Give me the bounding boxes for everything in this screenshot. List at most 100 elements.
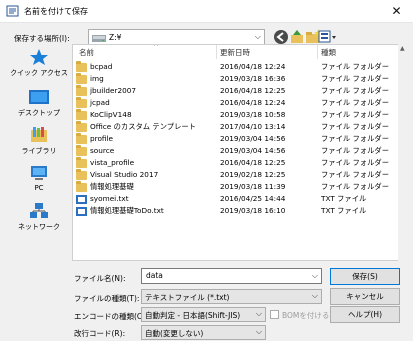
scroll-up-icon[interactable]: ▲ bbox=[400, 45, 405, 52]
file-row[interactable]: source 2019/03/04 14:56 ファイル フォルダー bbox=[73, 145, 398, 157]
place-label: ライブラリ bbox=[21, 147, 57, 155]
file-date: 2019/03/18 11:39 bbox=[220, 182, 286, 191]
file-date: 2016/04/18 12:24 bbox=[220, 62, 286, 71]
file-type: ファイル フォルダー bbox=[321, 182, 389, 191]
cancel-button[interactable]: キャンセル bbox=[330, 288, 400, 305]
file-list[interactable]: ^ 名前 更新日時 種類 bcpad 2016/04/18 12:24 ファイル フ… bbox=[72, 44, 399, 261]
file-type: ファイル フォルダー bbox=[321, 158, 389, 167]
file-name: Visual Studio 2017 bbox=[90, 170, 159, 179]
file-row[interactable]: jbuilder2007 2016/04/18 12:25 ファイル フォルダー bbox=[73, 85, 398, 97]
file-row[interactable]: 情報処理基礎 2019/03/18 11:39 ファイル フォルダー bbox=[73, 181, 398, 193]
file-name: jcpad bbox=[90, 98, 110, 107]
file-name: jbuilder2007 bbox=[90, 86, 137, 95]
bom-checkbox[interactable] bbox=[270, 310, 279, 319]
file-type: ファイル フォルダー bbox=[321, 62, 389, 71]
file-name: profile bbox=[90, 134, 114, 143]
library-icon bbox=[31, 127, 47, 142]
file-type: ファイル フォルダー bbox=[321, 74, 389, 83]
sort-caret-icon: ^ bbox=[153, 44, 159, 51]
file-date: 2019/03/18 10:58 bbox=[220, 110, 286, 119]
folder-icon bbox=[76, 157, 87, 168]
pc-icon bbox=[31, 166, 47, 180]
file-date: 2017/04/10 13:14 bbox=[220, 122, 286, 131]
place-pc[interactable]: PC bbox=[10, 164, 68, 192]
linebreak-select[interactable]: 自動(変更しない) ⌵ bbox=[141, 325, 266, 340]
place-quick-access[interactable]: クイック アクセス bbox=[10, 48, 68, 78]
place-desktop[interactable]: デスクトップ bbox=[10, 88, 68, 118]
folder-icon bbox=[76, 121, 87, 132]
file-name: syomei.txt bbox=[90, 194, 129, 203]
file-name: vista_profile bbox=[90, 158, 135, 167]
file-date: 2016/04/18 12:25 bbox=[220, 86, 286, 95]
folder-icon bbox=[76, 109, 87, 120]
help-button[interactable]: ヘルプ(H) bbox=[330, 306, 400, 323]
folder-icon bbox=[76, 145, 87, 156]
filename-input[interactable]: data ⌵ bbox=[141, 268, 322, 284]
column-header-name[interactable]: 名前 bbox=[79, 47, 94, 58]
folder-icon bbox=[76, 133, 87, 144]
file-row[interactable]: syomei.txt 2016/04/25 14:44 TXT ファイル bbox=[73, 194, 398, 205]
column-divider[interactable] bbox=[317, 45, 318, 59]
column-header-type[interactable]: 種類 bbox=[321, 47, 336, 58]
file-date: 2019/03/18 16:10 bbox=[220, 206, 286, 215]
file-row[interactable]: profile 2019/03/04 14:56 ファイル フォルダー bbox=[73, 133, 398, 145]
title-bar: 名前を付けて保存 ✕ bbox=[0, 0, 413, 23]
chevron-down-icon[interactable]: ⌵ bbox=[312, 271, 318, 281]
save-button[interactable]: 保存(S) bbox=[330, 268, 400, 285]
file-date: 2019/03/18 16:36 bbox=[220, 74, 286, 83]
file-type: ファイル フォルダー bbox=[321, 98, 389, 107]
place-network[interactable]: ネットワーク bbox=[10, 202, 68, 232]
file-row[interactable]: 情報処理基礎ToDo.txt 2019/03/18 16:10 TXT ファイル bbox=[73, 206, 398, 217]
location-value: Z:¥ bbox=[109, 33, 122, 42]
network-icon bbox=[30, 203, 48, 218]
places-sidebar: クイック アクセス デスクトップ ライブラリ PC ネットワーク bbox=[10, 44, 68, 262]
folder-icon bbox=[76, 169, 87, 180]
file-type: ファイル フォルダー bbox=[321, 86, 389, 95]
file-row[interactable]: img 2019/03/18 16:36 ファイル フォルダー bbox=[73, 73, 398, 85]
file-type: ファイル フォルダー bbox=[321, 122, 389, 131]
folder-icon bbox=[76, 61, 87, 72]
file-date: 2019/03/04 14:56 bbox=[220, 146, 286, 155]
column-header-date[interactable]: 更新日時 bbox=[220, 47, 250, 58]
encoding-select[interactable]: 自動判定 - 日本語(Shift-JIS) ⌵ bbox=[141, 307, 266, 322]
filetype-value: テキストファイル (*.txt) bbox=[145, 293, 230, 302]
file-name: 情報処理基礎 bbox=[90, 182, 134, 191]
file-row[interactable]: vista_profile 2016/04/18 12:25 ファイル フォルダー bbox=[73, 157, 398, 169]
filename-label: ファイル名(N): bbox=[74, 274, 126, 283]
file-date: 2016/04/18 12:24 bbox=[220, 98, 286, 107]
app-icon bbox=[6, 5, 19, 17]
drive-icon bbox=[92, 35, 106, 42]
place-libraries[interactable]: ライブラリ bbox=[10, 126, 68, 156]
file-type: ファイル フォルダー bbox=[321, 170, 389, 179]
chevron-down-icon: ⌵ bbox=[255, 327, 262, 336]
file-row[interactable]: bcpad 2016/04/18 12:24 ファイル フォルダー bbox=[73, 61, 398, 73]
close-button[interactable]: ✕ bbox=[380, 0, 413, 22]
file-type: TXT ファイル bbox=[321, 194, 367, 203]
file-type: TXT ファイル bbox=[321, 206, 367, 215]
chevron-down-icon: ⌵ bbox=[255, 309, 262, 318]
file-name: source bbox=[90, 146, 115, 155]
encoding-value: 自動判定 - 日本語(Shift-JIS) bbox=[145, 311, 241, 320]
file-row[interactable]: KoClipV148 2019/03/18 10:58 ファイル フォルダー bbox=[73, 109, 398, 121]
file-date: 2019/02/18 12:25 bbox=[220, 170, 286, 179]
file-name: bcpad bbox=[90, 62, 113, 71]
filetype-select[interactable]: テキストファイル (*.txt) ⌵ bbox=[141, 289, 322, 304]
file-date: 2016/04/18 12:25 bbox=[220, 158, 286, 167]
text-file-icon bbox=[76, 207, 87, 216]
place-label: デスクトップ bbox=[18, 109, 60, 117]
file-date: 2016/04/25 14:44 bbox=[220, 194, 286, 203]
bom-label: BOMを付ける bbox=[282, 311, 330, 320]
place-label: クイック アクセス bbox=[10, 69, 68, 77]
linebreak-label: 改行コード(R): bbox=[74, 329, 126, 338]
desktop-icon bbox=[29, 90, 49, 104]
file-row[interactable]: jcpad 2016/04/18 12:24 ファイル フォルダー bbox=[73, 97, 398, 109]
chevron-down-icon: ⌵ bbox=[254, 32, 261, 41]
folder-icon bbox=[76, 97, 87, 108]
file-row[interactable]: Visual Studio 2017 2019/02/18 12:25 ファイル フ… bbox=[73, 169, 398, 181]
vertical-scrollbar[interactable]: ▲ bbox=[398, 44, 409, 261]
file-row[interactable]: Office のカスタム テンプレート 2017/04/10 13:14 ファイル … bbox=[73, 121, 398, 133]
close-icon: ✕ bbox=[391, 4, 402, 18]
column-divider[interactable] bbox=[216, 45, 217, 59]
window-title: 名前を付けて保存 bbox=[24, 7, 88, 16]
linebreak-value: 自動(変更しない) bbox=[145, 329, 204, 338]
